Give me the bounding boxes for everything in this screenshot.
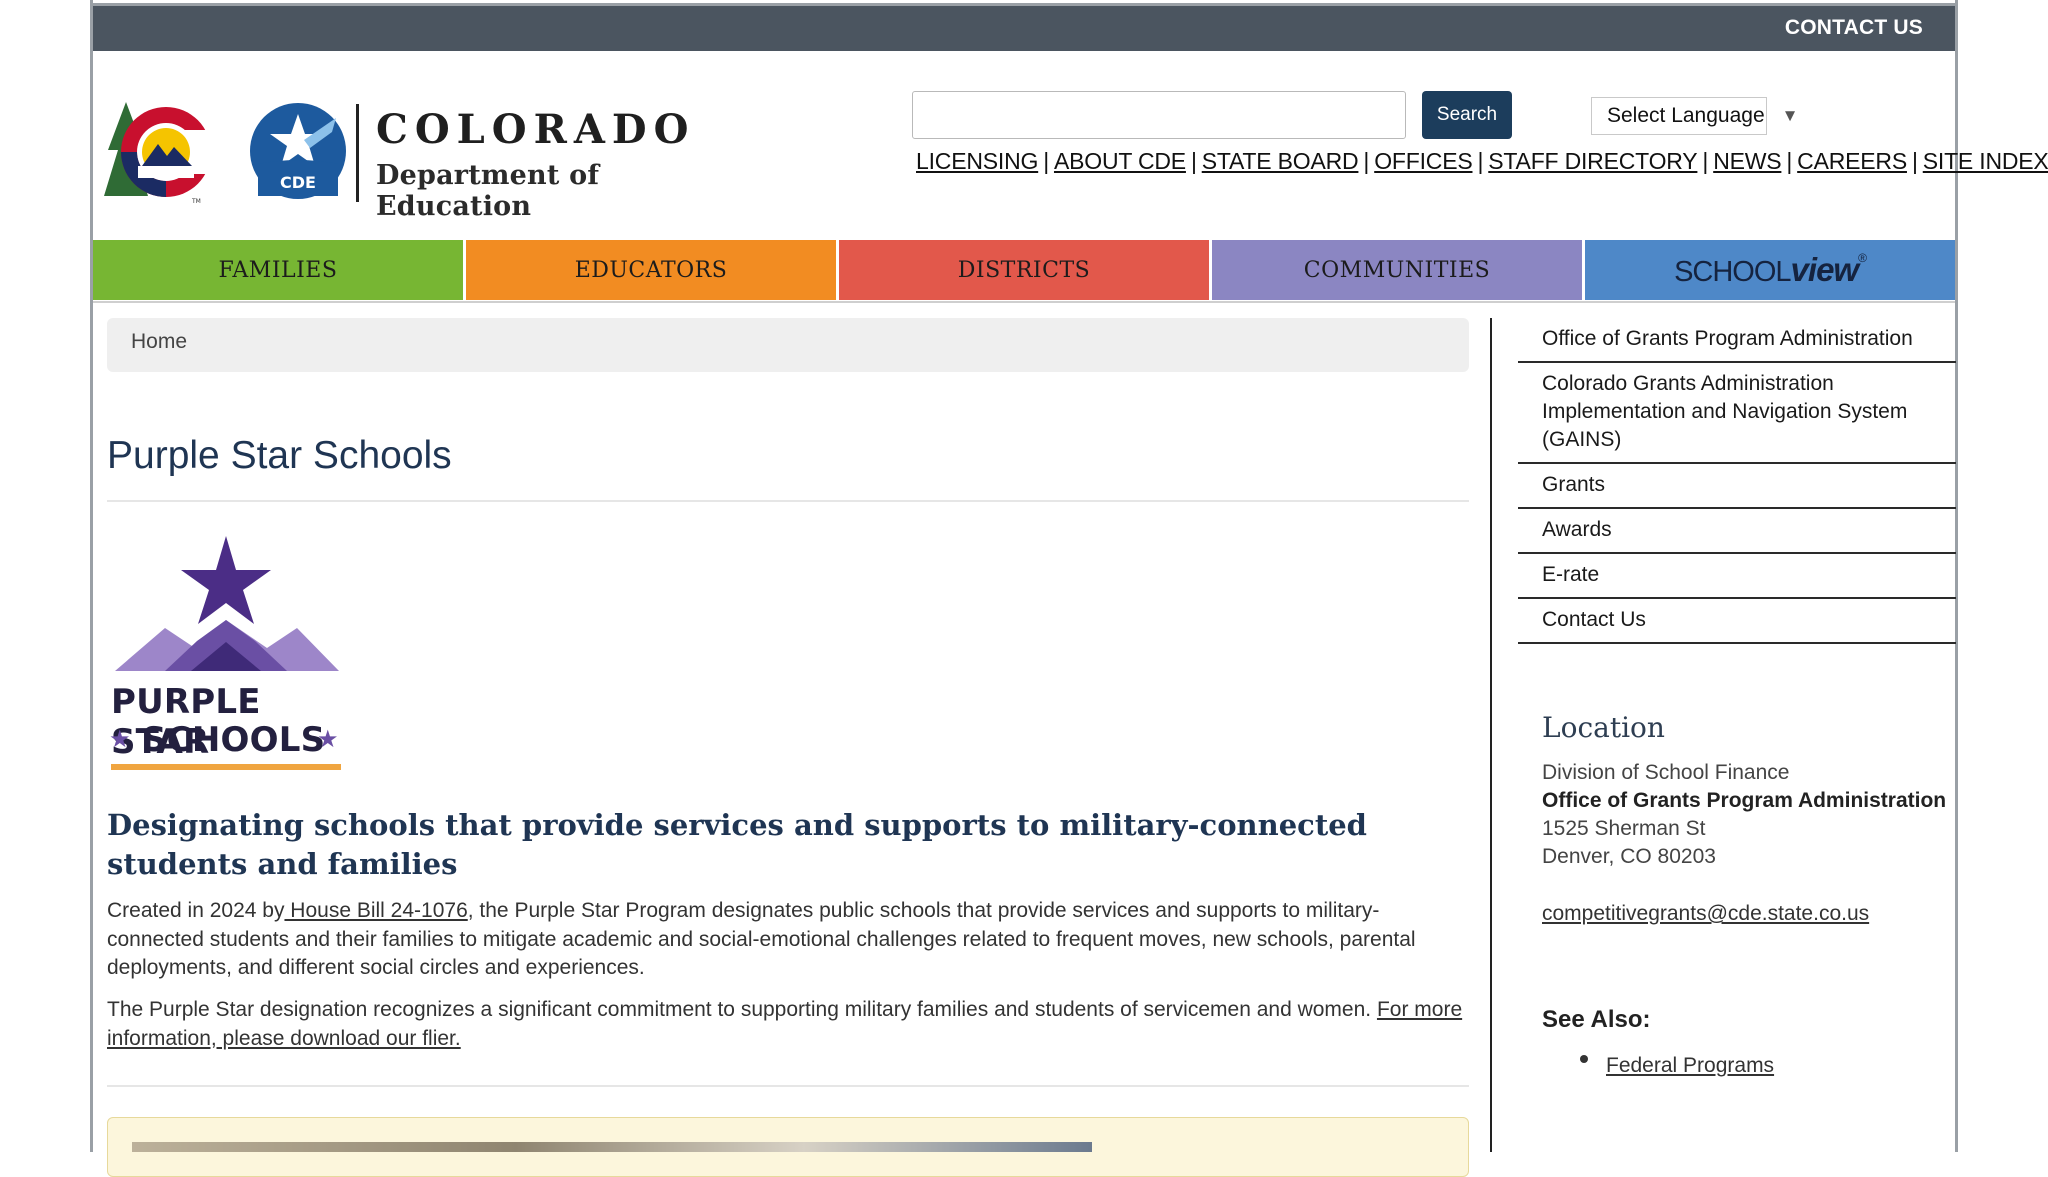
logo-subtitle: Department of Education xyxy=(376,160,600,222)
state-board-link[interactable]: STATE BOARD xyxy=(1202,148,1359,174)
sidebar-item-erate[interactable]: E-rate xyxy=(1518,554,1956,599)
nav-districts[interactable]: DISTRICTS xyxy=(839,240,1209,300)
sidebar-item-grants[interactable]: Grants xyxy=(1518,464,1956,509)
schoolview-logo: SCHOOLview® xyxy=(1674,251,1867,289)
badge-star-right-icon: ★ xyxy=(317,725,339,753)
federal-programs-link[interactable]: Federal Programs xyxy=(1606,1054,1774,1078)
house-bill-link[interactable]: House Bill 24-1076 xyxy=(284,899,467,922)
feature-image xyxy=(132,1142,1092,1152)
nav-families[interactable]: FAMILIES xyxy=(93,240,463,300)
sidebar-item-awards[interactable]: Awards xyxy=(1518,509,1956,554)
location-division: Division of School Finance xyxy=(1542,761,1790,784)
intro-paragraph: Created in 2024 by House Bill 24-1076, t… xyxy=(107,897,1467,983)
cde-logo[interactable]: TM CDE COLORADO Department of Education xyxy=(104,100,724,222)
page-title: Purple Star Schools xyxy=(107,434,452,477)
nav-communities[interactable]: COMMUNITIES xyxy=(1212,240,1582,300)
schoolview-logo-school: SCHOOL xyxy=(1674,256,1791,288)
careers-link[interactable]: CAREERS xyxy=(1797,148,1907,174)
content-divider xyxy=(107,1085,1469,1087)
sidebar-divider xyxy=(1490,318,1492,1152)
search-button[interactable]: Search xyxy=(1422,91,1512,139)
link-separator: | xyxy=(1043,148,1049,174)
location-street: 1525 Sherman St xyxy=(1542,817,1706,840)
cde-badge-text: CDE xyxy=(280,173,316,192)
badge-star-left-icon: ★ xyxy=(109,725,131,753)
top-bar: CONTACT US xyxy=(93,3,1955,51)
designation-paragraph: The Purple Star designation recognizes a… xyxy=(107,996,1467,1053)
location-heading: Location xyxy=(1542,711,1665,744)
logo-divider xyxy=(356,104,359,202)
sidebar-nav: Office of Grants Program Administration … xyxy=(1518,318,1956,644)
breadcrumb-home[interactable]: Home xyxy=(131,330,187,353)
contact-email-link[interactable]: competitivegrants@cde.state.co.us xyxy=(1542,902,1869,926)
list-bullet xyxy=(1580,1055,1588,1063)
language-label: Select Language xyxy=(1607,104,1765,127)
about-cde-link[interactable]: ABOUT CDE xyxy=(1054,148,1186,174)
sidebar-item-contact-us[interactable]: Contact Us xyxy=(1518,599,1956,644)
location-office: Office of Grants Program Administration xyxy=(1542,789,1947,812)
section-subheading: Designating schools that provide service… xyxy=(107,808,1367,881)
main-nav: FAMILIES EDUCATORS DISTRICTS COMMUNITIES… xyxy=(93,240,1955,300)
trademark-mark: TM xyxy=(191,198,201,205)
badge-line-2: SCHOOLS xyxy=(142,720,326,760)
schoolview-registered-mark: ® xyxy=(1858,251,1867,265)
breadcrumb: Home xyxy=(107,318,1469,372)
sidebar-item-office-grants[interactable]: Office of Grants Program Administration xyxy=(1518,318,1956,363)
logo-title: COLORADO xyxy=(376,106,696,153)
link-separator: | xyxy=(1911,148,1918,174)
schoolview-logo-view: view xyxy=(1790,251,1860,288)
link-separator: | xyxy=(1363,148,1370,174)
nav-educators[interactable]: EDUCATORS xyxy=(466,240,836,300)
designation-text: The Purple Star designation recognizes a… xyxy=(107,998,1377,1021)
utility-links: LICENSING | ABOUT CDE | STATE BOARD | OFFICES |… xyxy=(916,148,2048,175)
contact-us-link[interactable]: CONTACT US xyxy=(1785,16,1923,40)
staff-directory-link[interactable]: STAFF DIRECTORY xyxy=(1488,148,1697,174)
sidebar-item-gains[interactable]: Colorado Grants Administration Implement… xyxy=(1518,363,1956,464)
see-also-heading: See Also: xyxy=(1542,1006,1651,1033)
search-input[interactable] xyxy=(912,91,1406,139)
title-divider xyxy=(107,500,1469,502)
location-city: Denver, CO 80203 xyxy=(1542,845,1716,868)
nav-divider xyxy=(93,301,1955,303)
intro-text-before: Created in 2024 by xyxy=(107,899,285,922)
link-separator: | xyxy=(1702,148,1709,174)
site-index-link[interactable]: SITE INDEX xyxy=(1923,148,2048,174)
news-link[interactable]: NEWS xyxy=(1713,148,1781,174)
language-select[interactable]: Select Language ▼ xyxy=(1591,97,1798,135)
link-separator: | xyxy=(1190,148,1197,174)
link-separator: | xyxy=(1786,148,1793,174)
licensing-link[interactable]: LICENSING xyxy=(916,148,1038,174)
colorado-cde-emblem-icon: TM CDE xyxy=(104,102,346,205)
link-separator: | xyxy=(1477,148,1484,174)
purple-star-schools-logo: PURPLE STAR ★ SCHOOLS ★ xyxy=(107,536,345,770)
offices-link[interactable]: OFFICES xyxy=(1374,148,1472,174)
dropdown-arrow-icon: ▼ xyxy=(1781,106,1799,125)
nav-schoolview[interactable]: SCHOOLview® xyxy=(1585,240,1955,300)
